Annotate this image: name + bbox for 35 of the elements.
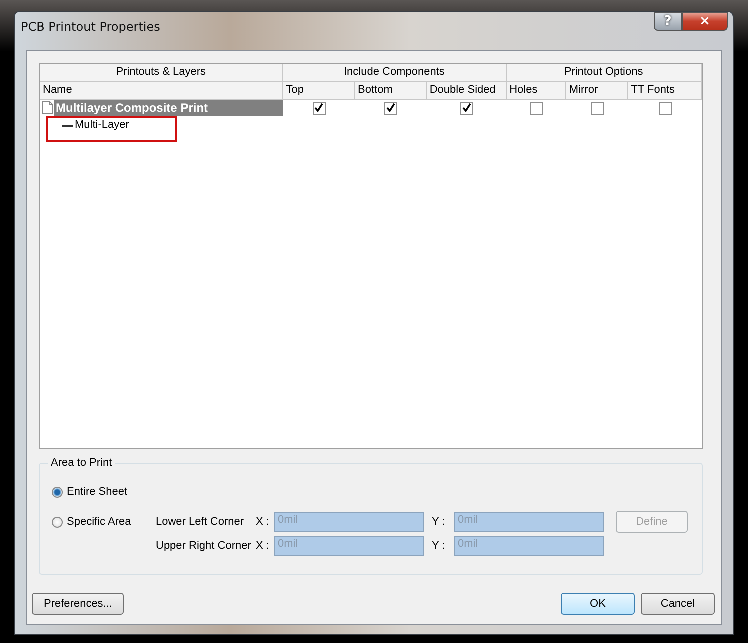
- corner-label: Upper Right Corner: [156, 540, 252, 552]
- corner-label: Lower Left Corner: [156, 516, 246, 528]
- column-header: Top: [283, 82, 356, 100]
- dialog-button[interactable]: OK: [561, 593, 635, 615]
- group-title: Area to Print: [48, 457, 116, 469]
- group-header: Printout Options: [506, 64, 702, 82]
- checkbox[interactable]: [312, 102, 326, 114]
- column-header: TT Fonts: [628, 82, 702, 100]
- column-header: Bottom: [355, 82, 427, 100]
- printout-name[interactable]: Multilayer Composite Print: [54, 100, 284, 116]
- column-header: Double Sided: [426, 82, 507, 100]
- group-header: Printouts & Layers: [40, 64, 284, 82]
- radio-button[interactable]: [52, 486, 63, 498]
- checkbox[interactable]: [460, 102, 474, 114]
- document-icon: [42, 101, 54, 115]
- checkbox[interactable]: [530, 102, 543, 114]
- coordinate-label: Y :: [432, 516, 446, 528]
- close-button[interactable]: ×: [682, 12, 728, 31]
- checkbox[interactable]: [384, 102, 398, 114]
- checkbox[interactable]: [658, 102, 672, 114]
- column-header: Holes: [506, 82, 566, 100]
- option-label[interactable]: Entire Sheet: [67, 486, 128, 498]
- coordinate-label: X :: [256, 516, 270, 528]
- window-title: PCB Printout Properties: [21, 20, 160, 34]
- checkbox[interactable]: [590, 102, 604, 114]
- dialog-button[interactable]: Preferences...: [32, 593, 124, 615]
- coordinate-label: X :: [256, 540, 270, 552]
- coordinate-label: Y :: [432, 540, 446, 552]
- layer-name[interactable]: Multi-Layer: [75, 119, 130, 131]
- dialog-button[interactable]: Cancel: [641, 593, 715, 615]
- group-header: Include Components: [283, 64, 507, 82]
- column-header: Mirror: [566, 82, 628, 100]
- option-label[interactable]: Specific Area: [67, 516, 132, 528]
- column-header: Name: [40, 82, 284, 100]
- radio-button[interactable]: [52, 516, 63, 528]
